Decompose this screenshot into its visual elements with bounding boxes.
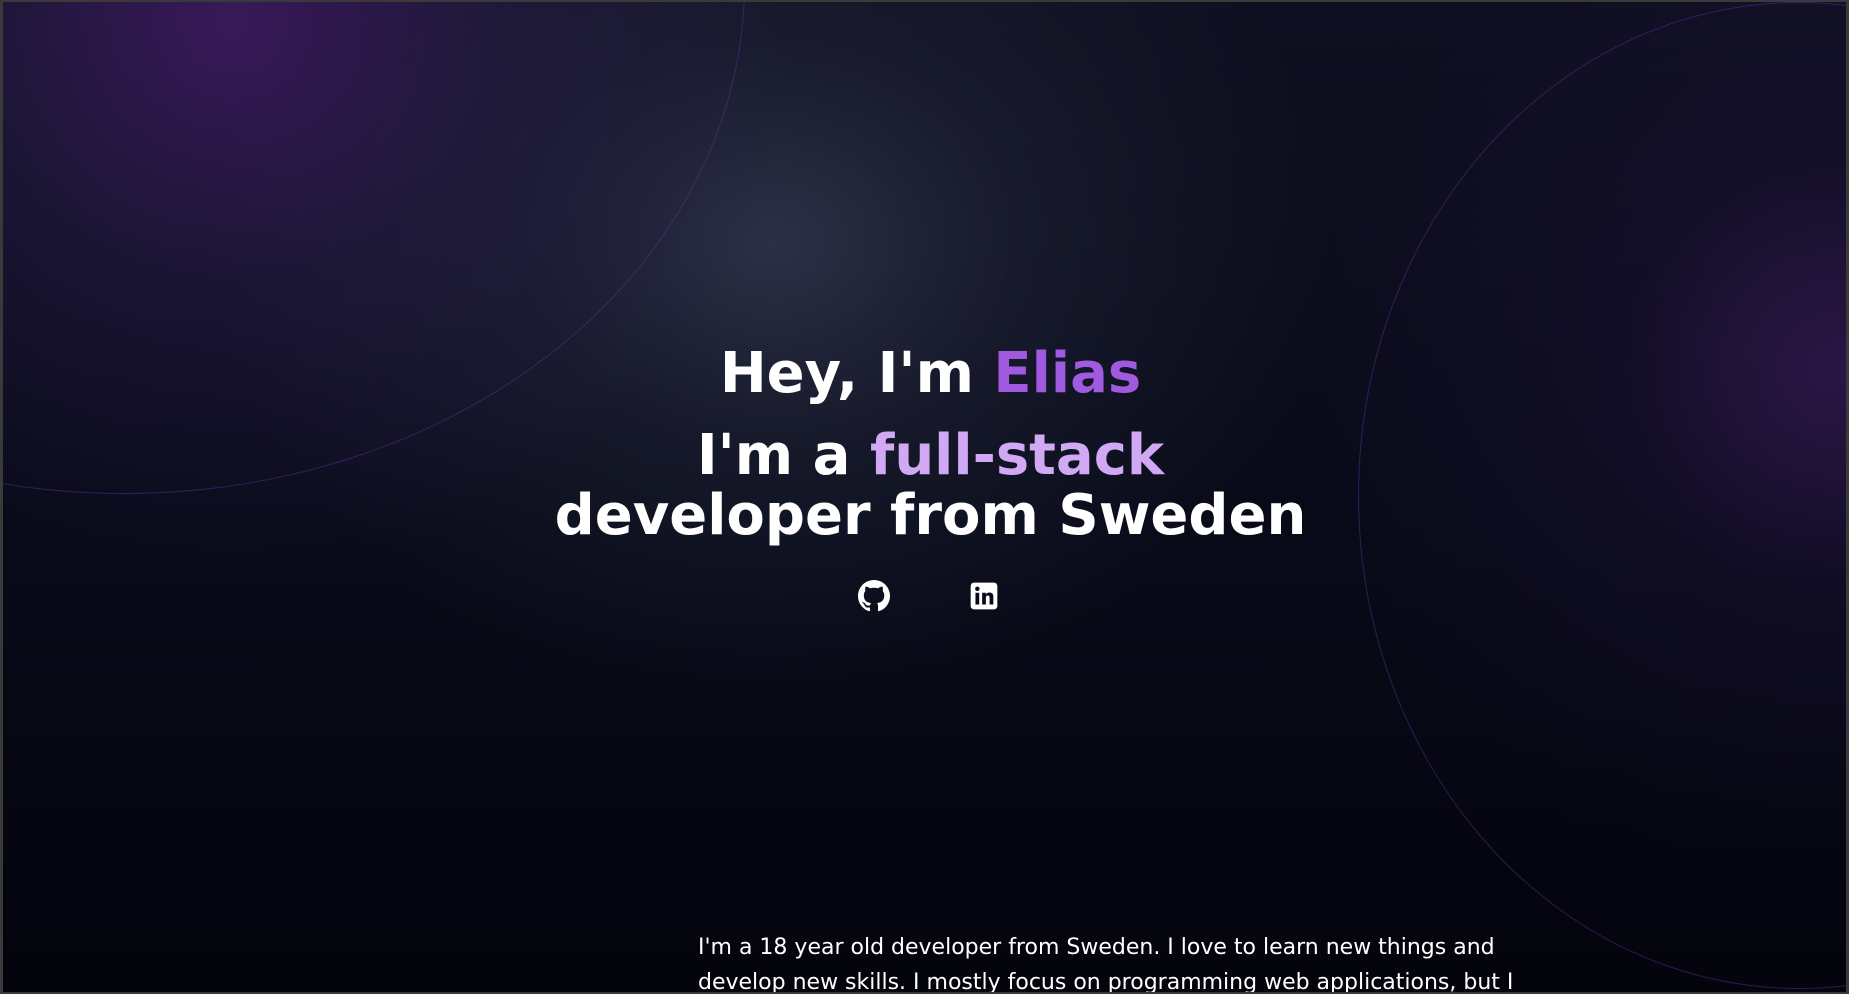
social-links	[858, 580, 998, 616]
hero-greeting: Hey, I'm Elias	[3, 342, 1846, 406]
about-paragraph: I'm a 18 year old developer from Sweden.…	[698, 935, 1514, 992]
linkedin-icon	[970, 582, 998, 610]
hero-name: Elias	[993, 341, 1142, 406]
greeting-prefix: Hey, I'm	[719, 341, 994, 406]
hero-tagline: I'm a full-stack developer from Sweden	[551, 426, 1311, 546]
role-suffix: developer from Sweden	[554, 483, 1307, 548]
hero-role: full-stack	[869, 423, 1165, 488]
page-window: Hey, I'm Elias I'm a full-stack develope…	[3, 2, 1846, 992]
linkedin-link[interactable]	[968, 580, 1000, 612]
hero-section: Hey, I'm Elias I'm a full-stack develope…	[3, 342, 1846, 546]
github-link[interactable]	[858, 580, 890, 612]
github-icon	[858, 580, 890, 612]
role-prefix: I'm a	[696, 423, 870, 488]
